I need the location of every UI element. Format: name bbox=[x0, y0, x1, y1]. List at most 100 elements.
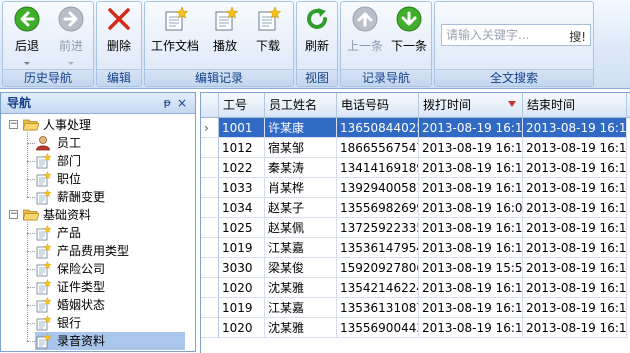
table-cell[interactable]: 2013-08-19 16:17 bbox=[523, 178, 627, 198]
table-row[interactable]: 1034 赵某子 13556982699 2013-08-19 16:09 2013-0… bbox=[201, 198, 630, 218]
table-cell[interactable]: 2013-08-19 16:17 bbox=[523, 238, 627, 258]
column-header[interactable]: 拨打时间 bbox=[419, 93, 523, 117]
row-indicator[interactable] bbox=[201, 178, 219, 198]
row-indicator[interactable] bbox=[201, 138, 219, 158]
table-cell[interactable]: 1022 bbox=[219, 158, 265, 178]
table-cell[interactable]: 15920927806 bbox=[337, 258, 419, 278]
tree-item[interactable]: 薪酬变更 bbox=[35, 188, 185, 206]
tree-item[interactable]: 保险公司 bbox=[35, 260, 185, 278]
table-cell[interactable]: 13929400581 bbox=[337, 178, 419, 198]
tree-item[interactable]: 录音资料 bbox=[35, 332, 185, 350]
tree-item[interactable]: 产品费用类型 bbox=[35, 242, 185, 260]
workdoc-button[interactable]: 工作文档 bbox=[147, 6, 203, 58]
table-cell[interactable]: 2013-08-19 16:17 bbox=[523, 218, 627, 238]
close-icon[interactable]: × bbox=[177, 93, 187, 113]
row-indicator[interactable] bbox=[201, 318, 219, 338]
table-cell[interactable]: 2013-08-19 16:11 bbox=[419, 178, 523, 198]
table-cell[interactable]: 秦某涛 bbox=[265, 158, 337, 178]
refresh-button[interactable]: 刷新 bbox=[298, 6, 336, 58]
table-cell[interactable]: 江某嘉 bbox=[265, 298, 337, 318]
table-cell[interactable]: 1001 bbox=[219, 118, 265, 138]
table-cell[interactable]: 2013-08-19 16:09 bbox=[419, 198, 523, 218]
search-button[interactable]: 搜! bbox=[569, 28, 586, 45]
collapse-icon[interactable]: − bbox=[9, 210, 18, 219]
table-cell[interactable]: 13556982699 bbox=[337, 198, 419, 218]
tree-item[interactable]: 证件类型 bbox=[35, 278, 185, 296]
table-cell[interactable]: 1012 bbox=[219, 138, 265, 158]
table-cell[interactable]: 2013-08-19 16:14 bbox=[419, 298, 523, 318]
table-cell[interactable]: 1020 bbox=[219, 278, 265, 298]
table-cell[interactable]: 1034 bbox=[219, 198, 265, 218]
table-cell[interactable]: 2013-08-19 16:15 bbox=[523, 298, 627, 318]
table-cell[interactable]: 1019 bbox=[219, 238, 265, 258]
tree-item[interactable]: 员工 bbox=[35, 134, 185, 152]
prev-record-button[interactable]: 上一条 bbox=[343, 6, 387, 58]
table-cell[interactable]: 2013-08-19 16:17 bbox=[419, 118, 523, 138]
table-cell[interactable]: 2013-08-19 16:17 bbox=[523, 278, 627, 298]
table-cell[interactable]: 2013-08-19 16:16 bbox=[419, 158, 523, 178]
table-cell[interactable]: 沈某雅 bbox=[265, 278, 337, 298]
table-cell[interactable]: 13556900443 bbox=[337, 318, 419, 338]
table-cell[interactable]: 2013-08-19 16:17 bbox=[523, 158, 627, 178]
table-cell[interactable]: 梁某俊 bbox=[265, 258, 337, 278]
table-cell[interactable]: 2013-08-19 16:17 bbox=[523, 258, 627, 278]
filter-icon[interactable] bbox=[508, 101, 516, 107]
table-row[interactable]: › 1001 许某康 13650844025 2013-08-19 16:17 2013-… bbox=[201, 118, 630, 138]
row-indicator[interactable] bbox=[201, 258, 219, 278]
table-row[interactable]: 1020 沈某雅 13542146224 2013-08-19 16:15 2013-0… bbox=[201, 278, 630, 298]
next-record-button[interactable]: 下一条 bbox=[387, 6, 431, 58]
forward-button[interactable]: 前进 bbox=[51, 6, 91, 65]
column-header[interactable]: 结束时间 bbox=[523, 93, 627, 117]
back-button[interactable]: 后退 bbox=[7, 6, 47, 65]
table-cell[interactable]: 许某康 bbox=[265, 118, 337, 138]
table-cell[interactable]: 13650844025 bbox=[337, 118, 419, 138]
table-row[interactable]: 1019 江某嘉 13536131087 2013-08-19 16:14 2013-0… bbox=[201, 298, 630, 318]
table-cell[interactable]: 2013-08-19 16:13 bbox=[523, 138, 627, 158]
row-indicator[interactable]: › bbox=[201, 118, 219, 138]
table-cell[interactable]: 沈某雅 bbox=[265, 318, 337, 338]
table-row[interactable]: 1033 肖某桦 13929400581 2013-08-19 16:11 2013-0… bbox=[201, 178, 630, 198]
table-cell[interactable]: 2013-08-19 16:16 bbox=[419, 318, 523, 338]
delete-button[interactable]: 删除 bbox=[99, 6, 139, 58]
table-cell[interactable]: 13536147954 bbox=[337, 238, 419, 258]
back-dropdown-icon[interactable] bbox=[24, 62, 30, 65]
table-row[interactable]: 1019 江某嘉 13536147954 2013-08-19 16:16 2013-0… bbox=[201, 238, 630, 258]
column-header[interactable]: 员工姓名 bbox=[265, 93, 337, 117]
table-cell[interactable]: 江某嘉 bbox=[265, 238, 337, 258]
table-cell[interactable]: 13725922335 bbox=[337, 218, 419, 238]
pin-icon[interactable]: ᵽ bbox=[164, 93, 171, 113]
table-cell[interactable]: 1020 bbox=[219, 318, 265, 338]
row-indicator[interactable] bbox=[201, 158, 219, 178]
play-button[interactable]: 播放 bbox=[205, 6, 245, 58]
tree-item[interactable]: 婚姻状态 bbox=[35, 296, 185, 314]
table-cell[interactable]: 2013-08-19 16:14 bbox=[419, 218, 523, 238]
table-row[interactable]: 1025 赵某佩 13725922335 2013-08-19 16:14 2013-0… bbox=[201, 218, 630, 238]
column-header[interactable]: 电话号码 bbox=[337, 93, 419, 117]
table-cell[interactable]: 2013-08-19 15:55 bbox=[419, 258, 523, 278]
row-indicator[interactable] bbox=[201, 198, 219, 218]
download-button[interactable]: 下载 bbox=[247, 6, 289, 58]
tree-item[interactable]: 部门 bbox=[35, 152, 185, 170]
collapse-icon[interactable]: − bbox=[9, 120, 18, 129]
tree-folder[interactable]: − 人事处理 bbox=[9, 116, 189, 134]
row-indicator[interactable] bbox=[201, 218, 219, 238]
tree-item[interactable]: 产品 bbox=[35, 224, 185, 242]
table-cell[interactable]: 赵某子 bbox=[265, 198, 337, 218]
table-cell[interactable]: 宿某邹 bbox=[265, 138, 337, 158]
row-indicator[interactable] bbox=[201, 278, 219, 298]
table-cell[interactable]: 2013-08-19 16:17 bbox=[523, 198, 627, 218]
tree-folder[interactable]: − 基础资料 bbox=[9, 206, 189, 224]
table-row[interactable]: 1020 沈某雅 13556900443 2013-08-19 16:16 2013-0… bbox=[201, 318, 630, 338]
row-indicator[interactable] bbox=[201, 298, 219, 318]
table-cell[interactable]: 2013-08-19 16:16 bbox=[419, 238, 523, 258]
forward-dropdown-icon[interactable] bbox=[68, 62, 74, 65]
table-cell[interactable]: 2013-08-19 16:17 bbox=[523, 118, 627, 138]
table-cell[interactable]: 1033 bbox=[219, 178, 265, 198]
table-cell[interactable]: 2013-08-19 16:13 bbox=[419, 138, 523, 158]
table-cell[interactable]: 赵某佩 bbox=[265, 218, 337, 238]
row-indicator[interactable] bbox=[201, 238, 219, 258]
column-header[interactable]: 工号 bbox=[219, 93, 265, 117]
table-row[interactable]: 1012 宿某邹 18665567547 2013-08-19 16:13 2013-0… bbox=[201, 138, 630, 158]
tree-item[interactable]: 职位 bbox=[35, 170, 185, 188]
table-cell[interactable]: 2013-08-19 16:15 bbox=[419, 278, 523, 298]
